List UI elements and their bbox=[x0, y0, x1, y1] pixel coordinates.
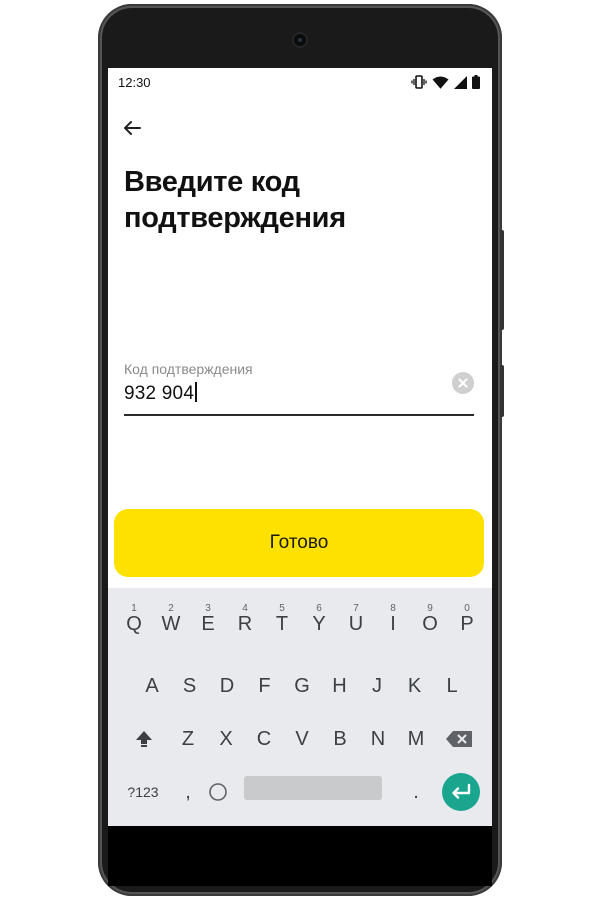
key-hint-1: 1 bbox=[131, 603, 137, 614]
key-e[interactable]: 3E bbox=[190, 602, 226, 646]
code-input-text: 932 904 bbox=[124, 383, 195, 404]
key-w[interactable]: 2W bbox=[153, 602, 189, 646]
text-caret bbox=[195, 382, 197, 402]
shift-icon bbox=[136, 731, 152, 747]
front-camera bbox=[294, 34, 306, 46]
keyboard-row-2: ASDFGHJKL bbox=[108, 664, 492, 708]
status-time: 12:30 bbox=[118, 75, 151, 90]
symbols-key[interactable]: ?123 bbox=[122, 770, 164, 814]
key-j[interactable]: J bbox=[359, 664, 395, 708]
key-label: W bbox=[161, 613, 181, 635]
app-screen: 12:30 Введите код подтверждения Код подт… bbox=[108, 68, 492, 826]
key-label: Y bbox=[312, 613, 326, 635]
enter-return-icon bbox=[452, 783, 471, 799]
key-label: O bbox=[422, 613, 438, 635]
phone-bottom-bezel bbox=[108, 826, 492, 886]
arrow-left-icon bbox=[124, 121, 141, 135]
key-hint-5: 5 bbox=[279, 603, 285, 614]
key-label: I bbox=[390, 613, 396, 635]
battery-icon bbox=[472, 75, 480, 89]
emoji-circle-icon bbox=[209, 783, 227, 801]
keyboard-row-3: ZXCVBNM bbox=[108, 717, 492, 761]
clear-input-button[interactable] bbox=[452, 372, 474, 394]
status-bar: 12:30 bbox=[108, 68, 492, 96]
key-r[interactable]: 4R bbox=[227, 602, 263, 646]
key-hint-2: 2 bbox=[168, 603, 174, 614]
key-label: Q bbox=[126, 613, 142, 635]
key-x[interactable]: X bbox=[208, 717, 244, 761]
key-l[interactable]: L bbox=[434, 664, 470, 708]
back-button[interactable] bbox=[120, 116, 144, 140]
key-z[interactable]: Z bbox=[170, 717, 206, 761]
key-label: U bbox=[348, 613, 364, 635]
code-input-label: Код подтверждения bbox=[124, 361, 253, 377]
phone-side-button-power bbox=[500, 230, 504, 330]
vibrate-icon bbox=[411, 75, 427, 89]
page-title-line-2: подтверждения bbox=[124, 202, 346, 234]
page-title-line-1: Введите код bbox=[124, 166, 300, 198]
key-hint-9: 9 bbox=[427, 603, 433, 614]
code-input-underline bbox=[124, 414, 474, 416]
clear-circle-icon bbox=[458, 378, 468, 388]
key-b[interactable]: B bbox=[322, 717, 358, 761]
key-hint-8: 8 bbox=[390, 603, 396, 614]
key-hint-7: 7 bbox=[353, 603, 359, 614]
key-h[interactable]: H bbox=[322, 664, 358, 708]
key-c[interactable]: C bbox=[246, 717, 282, 761]
done-button[interactable]: Готово bbox=[114, 509, 484, 577]
key-v[interactable]: V bbox=[284, 717, 320, 761]
keyboard-row-1: 1Q2W3E4R5T6Y7U8I9O0P bbox=[108, 602, 492, 646]
backspace-icon bbox=[446, 731, 472, 747]
shift-key[interactable] bbox=[126, 717, 162, 761]
key-k[interactable]: K bbox=[397, 664, 433, 708]
key-a[interactable]: A bbox=[134, 664, 170, 708]
key-o[interactable]: 9O bbox=[412, 602, 448, 646]
key-n[interactable]: N bbox=[360, 717, 396, 761]
emoji-key[interactable] bbox=[200, 770, 236, 814]
key-d[interactable]: D bbox=[209, 664, 245, 708]
period-key[interactable]: . bbox=[398, 770, 434, 814]
page-title: Введите код подтверждения bbox=[124, 164, 464, 236]
key-p[interactable]: 0P bbox=[449, 602, 485, 646]
key-hint-6: 6 bbox=[316, 603, 322, 614]
key-label: T bbox=[275, 613, 289, 635]
status-icons bbox=[411, 73, 480, 91]
code-input-field[interactable]: Код подтверждения 932 904 bbox=[124, 358, 474, 418]
key-hint-3: 3 bbox=[205, 603, 211, 614]
key-i[interactable]: 8I bbox=[375, 602, 411, 646]
key-y[interactable]: 6Y bbox=[301, 602, 337, 646]
space-bar[interactable] bbox=[244, 776, 382, 800]
key-g[interactable]: G bbox=[284, 664, 320, 708]
phone-side-button-volume bbox=[500, 365, 504, 417]
wifi-icon bbox=[432, 76, 449, 89]
code-input-value[interactable]: 932 904 bbox=[124, 382, 197, 405]
key-hint-0: 0 bbox=[464, 603, 470, 614]
enter-key[interactable] bbox=[442, 773, 480, 811]
key-t[interactable]: 5T bbox=[264, 602, 300, 646]
key-hint-4: 4 bbox=[242, 603, 248, 614]
key-u[interactable]: 7U bbox=[338, 602, 374, 646]
key-label: P bbox=[460, 613, 474, 635]
key-m[interactable]: M bbox=[398, 717, 434, 761]
onscreen-keyboard: 1Q2W3E4R5T6Y7U8I9O0P ASDFGHJKL ZXCVBNM ?… bbox=[108, 588, 492, 826]
signal-icon bbox=[454, 75, 467, 89]
key-q[interactable]: 1Q bbox=[116, 602, 152, 646]
key-s[interactable]: S bbox=[172, 664, 208, 708]
key-f[interactable]: F bbox=[247, 664, 283, 708]
backspace-key[interactable] bbox=[441, 717, 477, 761]
key-label: E bbox=[201, 613, 215, 635]
key-label: R bbox=[237, 613, 253, 635]
